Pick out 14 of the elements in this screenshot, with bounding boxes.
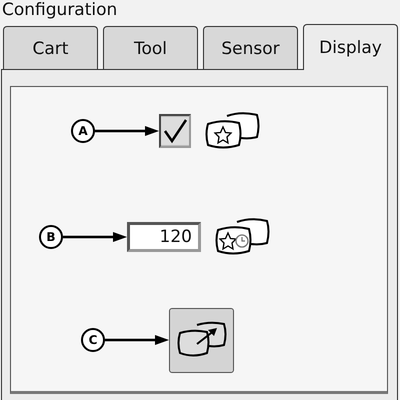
leader-arrow (105, 334, 169, 346)
checkbox[interactable] (159, 114, 191, 148)
window-title: Configuration (1, 0, 118, 22)
leader-arrow (95, 125, 159, 137)
tab[interactable]: Tool (103, 26, 198, 70)
leader-arrow (63, 231, 127, 243)
number-field[interactable]: 120 (127, 222, 201, 252)
display-switch-button[interactable] (169, 308, 234, 372)
callout-label: B (39, 225, 63, 249)
callout-label: C (81, 328, 105, 352)
tab[interactable]: Cart (3, 26, 98, 70)
tab[interactable]: Display (303, 24, 398, 70)
tab[interactable]: Sensor (203, 26, 298, 70)
callout-label: A (71, 119, 95, 143)
